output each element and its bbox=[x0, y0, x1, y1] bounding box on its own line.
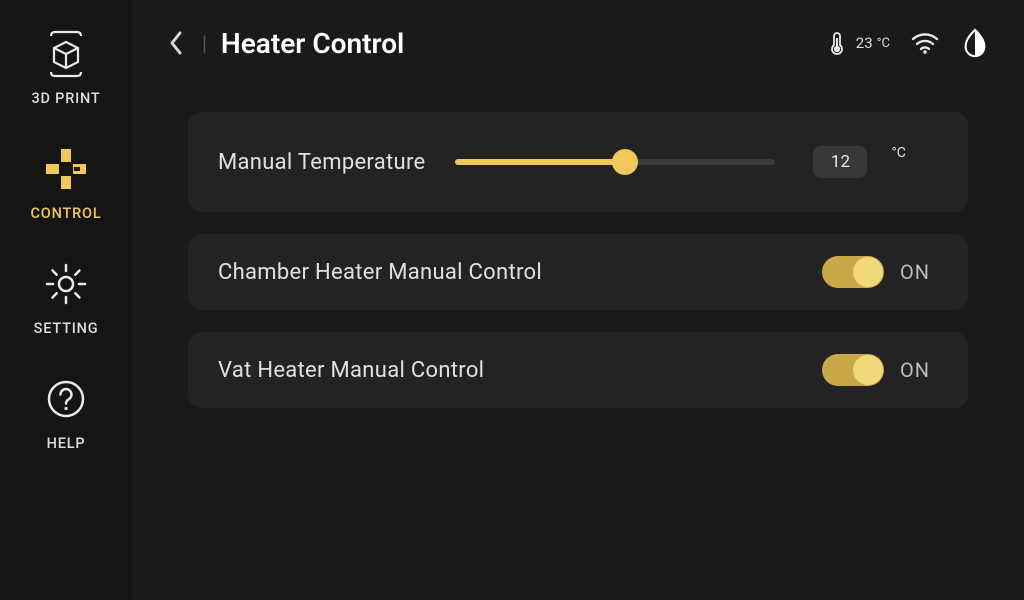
vat-heater-label: Vat Heater Manual Control bbox=[218, 358, 484, 383]
wifi-icon[interactable] bbox=[910, 28, 940, 58]
sidebar-item-label: SETTING bbox=[34, 320, 99, 337]
temperature-value: 23 bbox=[856, 34, 873, 52]
manual-temperature-label: Manual Temperature bbox=[218, 150, 425, 175]
status-bar: 23 °C bbox=[822, 28, 990, 58]
dpad-icon bbox=[40, 143, 92, 195]
sidebar: 3D PRINT CONTROL SETTING bbox=[0, 0, 132, 600]
ambient-temperature: 23 °C bbox=[822, 28, 890, 58]
manual-temperature-input[interactable]: 12 bbox=[813, 146, 867, 178]
slider-thumb[interactable] bbox=[612, 149, 638, 175]
sidebar-item-setting[interactable]: SETTING bbox=[34, 258, 99, 337]
page-title: Heater Control bbox=[221, 27, 404, 60]
back-button[interactable] bbox=[156, 23, 196, 63]
chamber-heater-toggle[interactable] bbox=[822, 256, 884, 288]
sidebar-item-label: CONTROL bbox=[31, 205, 102, 222]
sidebar-item-3d-print[interactable]: 3D PRINT bbox=[31, 28, 100, 107]
sidebar-item-control[interactable]: CONTROL bbox=[31, 143, 102, 222]
cube-print-icon bbox=[40, 28, 92, 80]
sidebar-item-label: HELP bbox=[47, 435, 86, 452]
topbar: | Heater Control 23 °C bbox=[132, 0, 1024, 86]
manual-temperature-card: Manual Temperature 12 °C bbox=[188, 112, 968, 212]
vat-heater-toggle[interactable] bbox=[822, 354, 884, 386]
vat-heater-state: ON bbox=[900, 358, 938, 382]
chamber-heater-state: ON bbox=[900, 260, 938, 284]
vat-heater-card: Vat Heater Manual Control ON bbox=[188, 332, 968, 408]
temperature-unit-label: °C bbox=[891, 145, 905, 161]
sidebar-item-label: 3D PRINT bbox=[31, 90, 100, 107]
sidebar-item-help[interactable]: HELP bbox=[40, 373, 92, 452]
help-icon bbox=[40, 373, 92, 425]
manual-temperature-slider[interactable] bbox=[455, 150, 775, 174]
chamber-heater-label: Chamber Heater Manual Control bbox=[218, 260, 542, 285]
content: Manual Temperature 12 °C Chamber Heater … bbox=[132, 86, 1024, 600]
title-separator: | bbox=[202, 31, 207, 55]
thermometer-icon bbox=[822, 28, 852, 58]
temperature-unit: °C bbox=[877, 36, 890, 51]
brand-flame-icon[interactable] bbox=[960, 28, 990, 58]
gear-icon bbox=[40, 258, 92, 310]
chamber-heater-card: Chamber Heater Manual Control ON bbox=[188, 234, 968, 310]
main: | Heater Control 23 °C bbox=[132, 0, 1024, 600]
